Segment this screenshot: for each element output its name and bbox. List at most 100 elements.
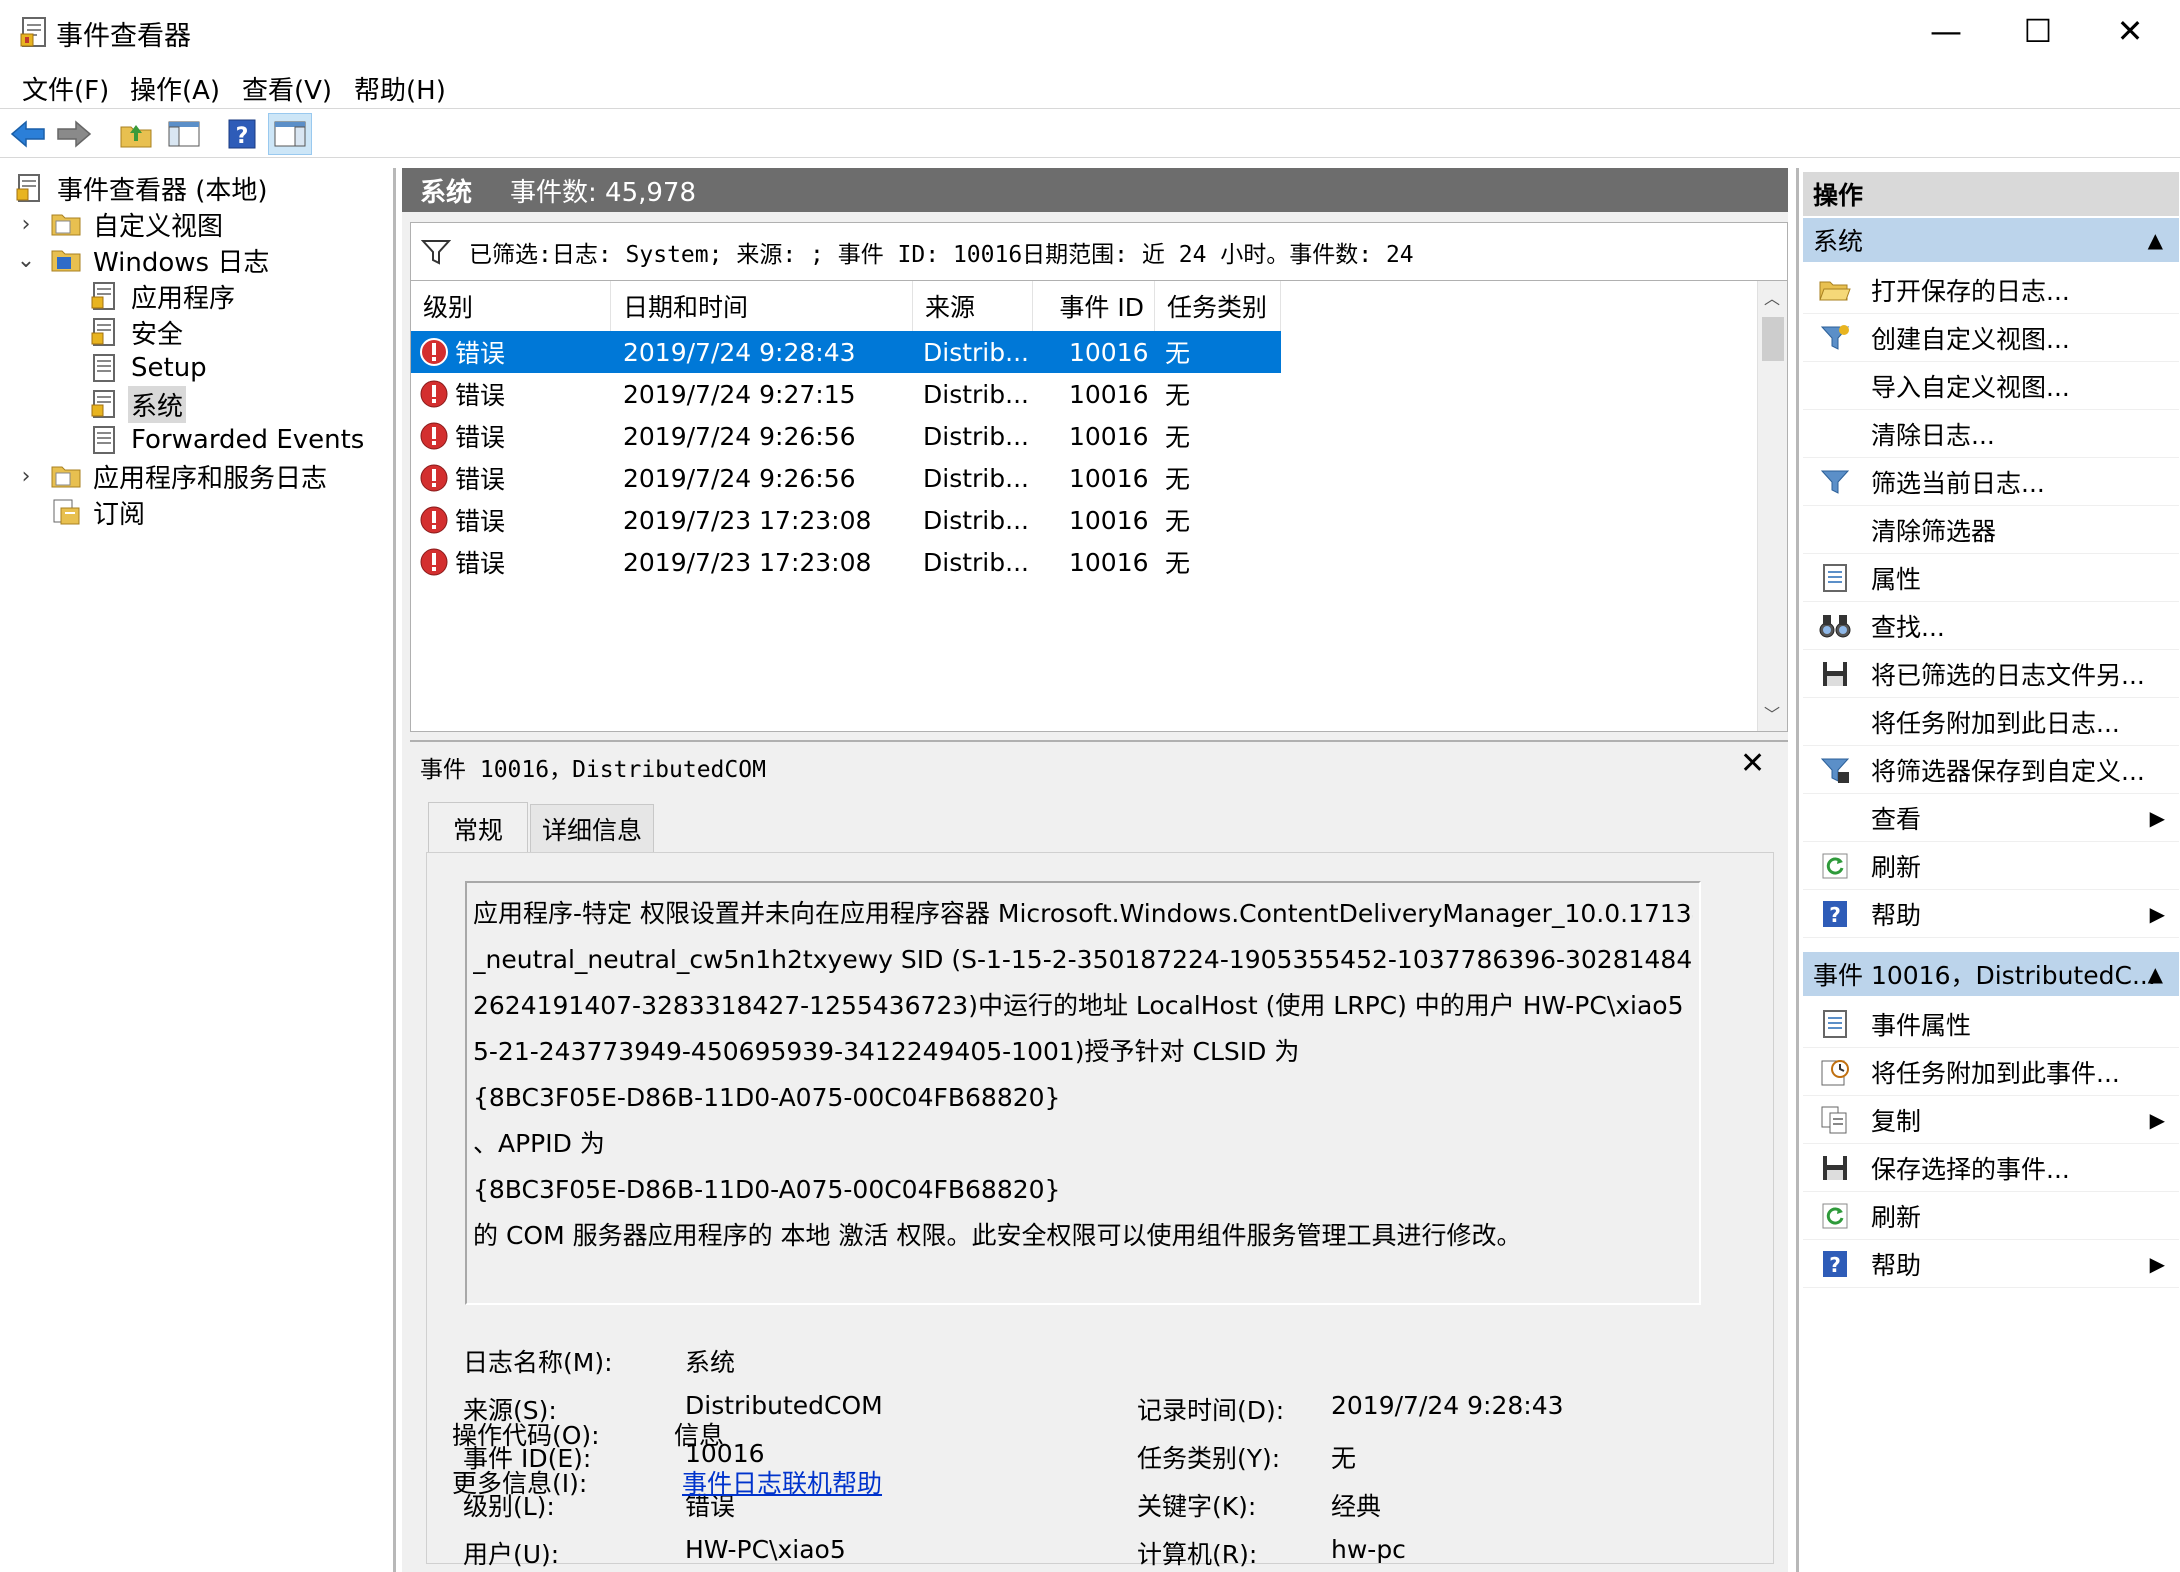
action-save-selected-events[interactable]: 保存选择的事件... [1803,1144,2179,1192]
tree-label: 订阅 [93,499,146,530]
action-label: 将已筛选的日志文件另... [1871,660,2145,690]
event-description[interactable]: 应用程序-特定 权限设置并未向在应用程序容器 Microsoft.Windows… [465,881,1701,1305]
cell-datetime: 2019/7/24 9:26:56 [623,463,856,493]
filter-save-icon [1813,748,1857,792]
help-button[interactable]: ? [220,113,264,155]
back-button[interactable] [6,113,50,155]
action-view[interactable]: 查看 ▶ [1803,794,2179,842]
chevron-down-icon[interactable]: ⌄ [16,242,36,278]
value-task-category: 无 [1331,1444,1357,1473]
action-label: 复制 [1871,1106,1922,1136]
column-header-event-id[interactable]: 事件 ID [1033,281,1155,331]
menu-view[interactable]: 查看(V) [242,70,332,107]
section-event[interactable]: 事件 10016，DistributedC... ▲ [1803,952,2179,996]
description-line: 、APPID 为 [473,1129,605,1158]
event-list[interactable]: 级别 日期和时间 来源 事件 ID 任务类别 错误 2019/7/24 9:28… [410,280,1788,732]
tree-item-setup[interactable]: Setup [88,350,210,386]
refresh-icon [1813,1194,1857,1238]
tree-item-app-service-logs[interactable]: 应用程序和服务日志 [50,458,330,494]
show-hide-action-pane-button[interactable] [268,113,312,155]
action-label: 查找... [1871,612,1945,642]
cell-event-id: 10016 [1069,463,1149,493]
value-opcode: 信息 [674,1421,725,1450]
action-refresh-event[interactable]: 刷新 [1803,1192,2179,1240]
action-import-custom-view[interactable]: 导入自定义视图... [1803,362,2179,410]
action-save-filter-to-custom-view[interactable]: 将筛选器保存到自定义... [1803,746,2179,794]
description-line: {8BC3F05E-D86B-11D0-A075-00C04FB68820} [473,1175,1061,1204]
table-row[interactable]: 错误 2019/7/24 9:28:43 Distrib... 10016 无 [411,331,1281,373]
collapse-up-icon[interactable]: ▲ [2148,228,2163,252]
action-find[interactable]: 查找... [1803,602,2179,650]
up-folder-button[interactable] [114,113,158,155]
minimize-button[interactable]: — [1900,0,1992,62]
detail-close-icon[interactable]: ✕ [1740,746,1765,781]
action-clear-filter[interactable]: 清除筛选器 [1803,506,2179,554]
chevron-right-icon[interactable]: › [16,458,36,494]
action-create-custom-view[interactable]: 创建自定义视图... [1803,314,2179,362]
scroll-up-icon[interactable]: ︿ [1764,285,1780,309]
maximize-button[interactable]: ☐ [1992,0,2084,62]
action-help-event[interactable]: ? 帮助 ▶ [1803,1240,2179,1288]
action-open-saved-log[interactable]: 打开保存的日志... [1803,266,2179,314]
table-row[interactable]: 错误 2019/7/24 9:26:56 Distrib... 10016 无 [411,415,1281,457]
column-header-task-category[interactable]: 任务类别 [1155,281,1281,331]
binoculars-icon [1813,604,1857,648]
column-header-source[interactable]: 来源 [913,281,1033,331]
action-attach-task-to-event[interactable]: 将任务附加到此事件... [1803,1048,2179,1096]
table-row[interactable]: 错误 2019/7/23 17:23:08 Distrib... 10016 无 [411,499,1281,541]
label-logged: 记录时间(D): [1137,1396,1285,1425]
tab-general[interactable]: 常规 [428,802,528,854]
folder-up-icon [120,125,152,148]
tree-label: 自定义视图 [93,211,224,242]
cell-event-id: 10016 [1069,337,1149,367]
properties-icon [1813,556,1857,600]
menu-help[interactable]: 帮助(H) [354,70,446,107]
tree-label: 安全 [131,319,184,350]
action-properties[interactable]: 属性 [1803,554,2179,602]
cell-event-id: 10016 [1069,505,1149,535]
log-plain-icon [88,352,120,384]
scroll-down-icon[interactable]: ﹀ [1764,701,1780,725]
forward-arrow-icon [57,120,92,148]
show-hide-tree-button[interactable] [162,113,206,155]
action-event-properties[interactable]: 事件属性 [1803,1000,2179,1048]
action-refresh[interactable]: 刷新 [1803,842,2179,890]
event-viewer-icon [14,172,46,204]
action-copy[interactable]: 复制 ▶ [1803,1096,2179,1144]
menu-file[interactable]: 文件(F) [22,70,109,107]
tree-item-root[interactable]: 事件查看器 (本地) [14,170,271,206]
actions-pane: 操作 系统 ▲ 打开保存的日志... 创建自定义视图... 导入自定义视图...… [1796,168,2180,1572]
save-disk-icon [1813,652,1857,696]
collapse-up-icon[interactable]: ▲ [2148,962,2163,986]
cell-task: 无 [1165,423,1191,452]
vertical-scrollbar[interactable]: ︿ ﹀ [1757,281,1787,731]
tree-item-subscriptions[interactable]: 订阅 [50,494,148,530]
tree-item-custom-views[interactable]: 自定义视图 [50,206,226,242]
close-button[interactable]: ✕ [2084,0,2176,62]
action-label: 打开保存的日志... [1871,276,2070,306]
scroll-thumb[interactable] [1762,317,1784,361]
column-header-datetime[interactable]: 日期和时间 [611,281,913,331]
action-attach-task-to-log[interactable]: 将任务附加到此日志... [1803,698,2179,746]
cell-task: 无 [1165,549,1191,578]
table-row[interactable]: 错误 2019/7/24 9:26:56 Distrib... 10016 无 [411,457,1281,499]
tree-item-security[interactable]: 安全 [88,314,186,350]
forward-button[interactable] [52,113,96,155]
tree-item-windows-logs[interactable]: Windows 日志 [50,242,272,278]
action-label: 查看 [1871,804,1922,834]
tree-item-system[interactable]: 系统 [88,385,187,423]
section-system[interactable]: 系统 ▲ [1803,218,2179,262]
menu-action[interactable]: 操作(A) [130,70,220,107]
action-filter-current-log[interactable]: 筛选当前日志... [1803,458,2179,506]
tree-item-application[interactable]: 应用程序 [88,278,238,314]
action-help[interactable]: ? 帮助 ▶ [1803,890,2179,938]
more-info-link[interactable]: 事件日志联机帮助 [682,1464,882,1500]
tree-item-forwarded-events[interactable]: Forwarded Events [88,422,367,458]
column-header-level[interactable]: 级别 [411,281,611,331]
chevron-right-icon[interactable]: › [16,206,36,242]
action-clear-log[interactable]: 清除日志... [1803,410,2179,458]
action-save-filtered-log[interactable]: 将已筛选的日志文件另... [1803,650,2179,698]
tab-details[interactable]: 详细信息 [530,804,654,852]
table-row[interactable]: 错误 2019/7/24 9:27:15 Distrib... 10016 无 [411,373,1281,415]
table-row[interactable]: 错误 2019/7/23 17:23:08 Distrib... 10016 无 [411,541,1281,583]
